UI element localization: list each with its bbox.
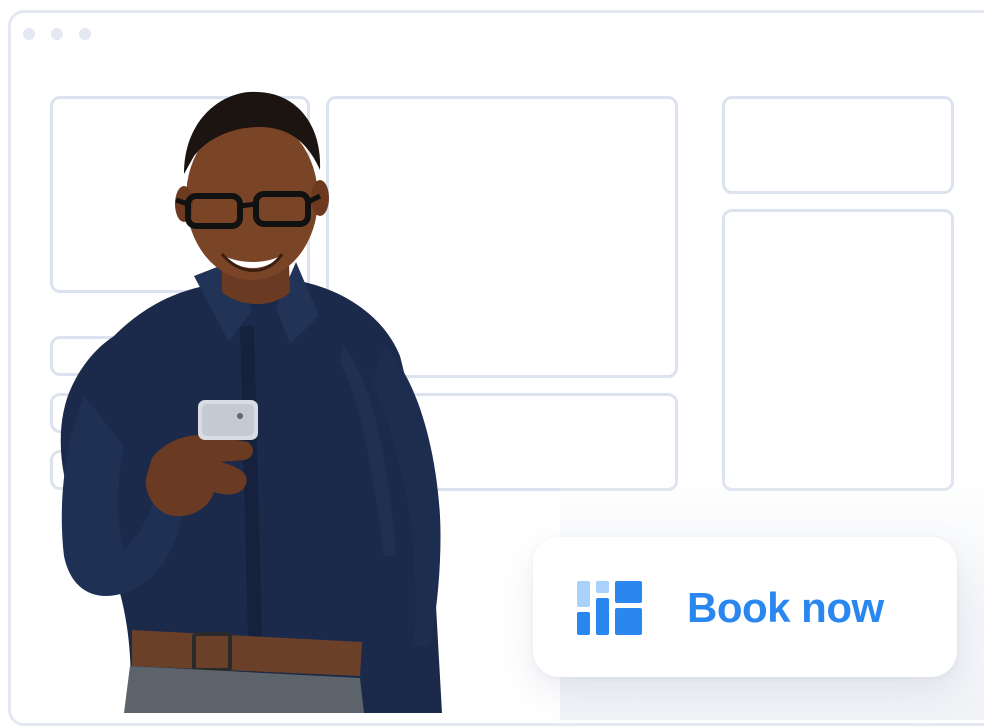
placeholder-panel	[722, 96, 954, 194]
book-now-button[interactable]: Book now	[533, 537, 957, 677]
calendar-blocks-icon	[577, 581, 642, 635]
window-dot-3	[79, 28, 91, 40]
person-photo	[60, 91, 442, 713]
book-now-label: Book now	[687, 584, 884, 631]
placeholder-panel	[722, 209, 954, 491]
window-dot-2	[51, 28, 63, 40]
window-dot-1	[23, 28, 35, 40]
